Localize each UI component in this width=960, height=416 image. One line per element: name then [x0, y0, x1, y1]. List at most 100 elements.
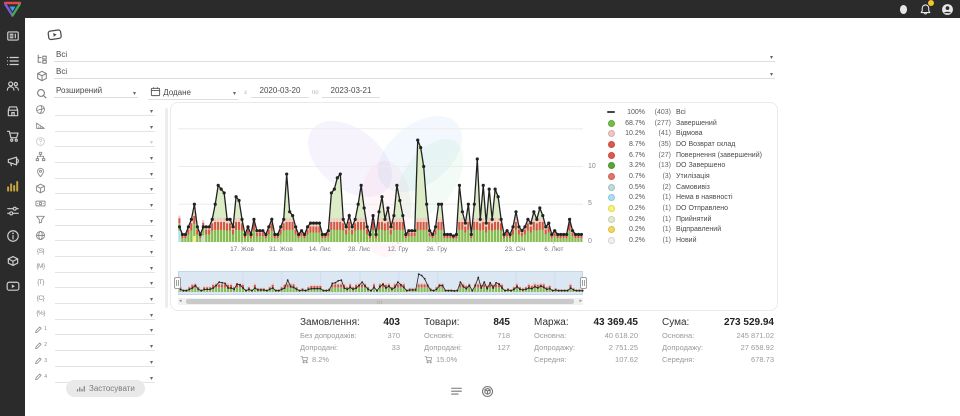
chevron-down-icon: ▾	[150, 312, 153, 319]
sidebar-item-dashboard[interactable]	[5, 28, 21, 44]
legend-item[interactable]: 0.7%(3)Утилізація	[607, 171, 777, 182]
account-icon[interactable]	[940, 2, 954, 16]
sidebar-item-clients[interactable]	[5, 78, 21, 94]
hscroll-thumb[interactable]: |||	[186, 299, 574, 304]
sidebar-item-returns[interactable]	[5, 253, 21, 269]
list-toggle-icon[interactable]	[450, 385, 463, 398]
sidebar-item-info[interactable]	[5, 228, 21, 244]
filter-input[interactable]: ▾	[55, 308, 155, 320]
legend-item[interactable]: 8.7%(35)DO Возврат склад	[607, 139, 777, 150]
filter-input[interactable]: ▾	[55, 229, 155, 241]
legend-dot-swatch	[607, 216, 615, 223]
filter-input[interactable]: ▾	[55, 276, 155, 288]
stat-sub-label: Допродані:	[424, 343, 462, 352]
chart-hscrollbar[interactable]: ◂ ||| ▸	[178, 298, 583, 305]
filter-row-question[interactable]: ▾	[34, 133, 155, 149]
filter-row-S[interactable]: {S}▾	[34, 243, 155, 259]
category-filter-icon	[36, 52, 48, 64]
filter-row-globe-solid[interactable]: ▾	[34, 102, 155, 118]
sidebar-item-orders[interactable]	[5, 53, 21, 69]
filter-row-M[interactable]: {M}▾	[34, 259, 155, 275]
legend-item[interactable]: 0.5%(2)Самовивіз	[607, 182, 777, 193]
chart-navigator[interactable]	[178, 271, 583, 295]
scroll-left-arrow[interactable]: ◂	[179, 298, 182, 305]
filter-row-sitemap[interactable]: ▾	[34, 149, 155, 165]
filter-input[interactable]: ▾	[55, 182, 155, 194]
filter-panel: ▾▾▾▾▾▾▾▾▾{S}▾{M}▾{T}▾{C}▾{%}▾1▾2▾3▾4▾	[34, 102, 155, 384]
legend-count: (35)	[645, 141, 671, 148]
legend-count: (27)	[645, 152, 671, 159]
help-video-icon[interactable]	[43, 26, 68, 49]
filter-row-pencil2[interactable]: 2▾	[34, 337, 155, 353]
filter-row-pencil1[interactable]: 1▾	[34, 322, 155, 338]
legend-item[interactable]: 10.2%(41)Відмова	[607, 128, 777, 139]
legend-item[interactable]: 0.2%(1)DO Отправлено	[607, 203, 777, 214]
filter-input[interactable]: ▾	[55, 214, 155, 226]
legend-pct: 0.2%	[619, 205, 645, 212]
apply-button[interactable]: Застосувати	[66, 380, 145, 397]
date-to-input[interactable]: 2023-03-21	[322, 86, 380, 98]
filter-row-banknote[interactable]: ▾	[34, 196, 155, 212]
sidebar-item-cart[interactable]	[5, 128, 21, 144]
filter-input[interactable]: ▾	[55, 292, 155, 304]
legend-item[interactable]: 6.7%(27)Повернення (завершений)	[607, 150, 777, 161]
notifications-icon[interactable]	[918, 2, 932, 16]
filter-input[interactable]: ▾	[55, 245, 155, 257]
filter-input[interactable]: ▾	[55, 323, 155, 335]
date-from-input[interactable]: 2020-03-20	[251, 86, 309, 98]
stat-column: Сума:273 529.94Основна:245 871.02Допрода…	[662, 317, 774, 364]
filter-input[interactable]: ▾	[55, 104, 155, 116]
legend-label: Відправлений	[676, 226, 721, 233]
scroll-right-arrow[interactable]: ▸	[579, 298, 582, 305]
stat-value: 273 529.94	[724, 317, 774, 328]
navigator-left-handle[interactable]	[174, 277, 181, 289]
legend-item[interactable]: 0.2%(1)Відправлений	[607, 225, 777, 236]
filter-input[interactable]: ▾	[55, 135, 155, 147]
filter-glyph-icon: {T}	[34, 276, 47, 288]
filter-row-C[interactable]: {C}▾	[34, 290, 155, 306]
search-mode-select[interactable]: Розширений ▾	[54, 86, 138, 98]
calendar-icon	[150, 86, 161, 97]
filter-input[interactable]: ▾	[55, 355, 155, 367]
filter-input[interactable]: ▾	[55, 167, 155, 179]
product-select[interactable]: Всі ▾	[54, 67, 775, 79]
filter-row-person-pin[interactable]: ▾	[34, 165, 155, 181]
legend-item[interactable]: 100%(403)Всі	[607, 107, 777, 118]
legend-item[interactable]: 3.2%(13)DO Завершено	[607, 160, 777, 171]
search-icon[interactable]	[36, 87, 48, 99]
category-select[interactable]: Всі ▾	[54, 50, 775, 62]
app-logo[interactable]	[3, 1, 22, 22]
legend-item[interactable]: 0.2%(1)Прийнятий	[607, 214, 777, 225]
filter-row-pencil3[interactable]: 3▾	[34, 353, 155, 369]
legend-item[interactable]: 0.2%(1)Нема в наявності	[607, 193, 777, 204]
filter-row-ruler[interactable]: ▾	[34, 118, 155, 134]
package-toggle-icon[interactable]	[481, 385, 494, 398]
legend-count: (13)	[645, 162, 671, 169]
support-icon[interactable]	[896, 2, 910, 16]
sidebar-item-academy[interactable]	[5, 278, 21, 294]
filter-row-pct[interactable]: {%}▾	[34, 306, 155, 322]
legend-item[interactable]: 0.2%(1)Новий	[607, 235, 777, 246]
legend-dot-swatch	[607, 194, 615, 201]
filter-row-cube[interactable]: ▾	[34, 180, 155, 196]
legend-count: (1)	[645, 205, 671, 212]
legend-item[interactable]: 68.7%(277)Завершений	[607, 118, 777, 129]
sidebar-item-store[interactable]	[5, 103, 21, 119]
date-field-select[interactable]: Додане ▾	[148, 86, 238, 100]
filter-input[interactable]: ▾	[55, 261, 155, 273]
legend-label: Всі	[676, 109, 686, 116]
sidebar-item-integrations[interactable]	[5, 203, 21, 219]
filter-row-funnel[interactable]: ▾	[34, 212, 155, 228]
filter-row-T[interactable]: {T} ▾	[34, 275, 155, 291]
legend-label: DO Завершено	[676, 162, 725, 169]
stat-sub-label: Основна:	[534, 331, 566, 340]
filter-input[interactable]: ▾	[55, 120, 155, 132]
sidebar-item-analytics[interactable]	[5, 178, 21, 194]
filter-row-globe[interactable]: ▾	[34, 228, 155, 244]
filter-input[interactable]: ▾	[55, 198, 155, 210]
sidebar-item-marketing[interactable]	[5, 153, 21, 169]
navigator-right-handle[interactable]	[580, 277, 587, 289]
filter-panel-scrollbar[interactable]	[165, 108, 168, 308]
filter-input[interactable]: ▾	[55, 339, 155, 351]
filter-input[interactable]: ▾	[55, 151, 155, 163]
